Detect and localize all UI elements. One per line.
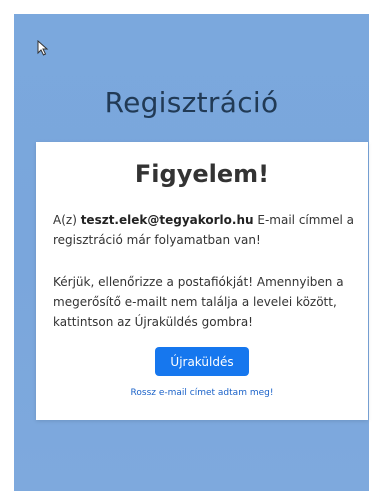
resend-button[interactable]: Újraküldés	[155, 347, 249, 376]
page-title: Regisztráció	[104, 86, 279, 119]
notice-card: Figyelem! A(z) teszt.elek@tegyakorlo.hu …	[36, 142, 368, 420]
mouse-pointer-icon	[37, 40, 49, 56]
notice-heading: Figyelem!	[134, 160, 270, 188]
notice-instructions: Kérjük, ellenőrizze a postafiókját! Amen…	[53, 275, 344, 329]
registered-email: teszt.elek@tegyakorlo.hu	[80, 213, 254, 227]
wrong-email-link[interactable]: Rossz e-mail címet adtam meg!	[36, 388, 368, 398]
notice-message-prefix: A(z)	[53, 213, 81, 227]
notice-message: A(z) teszt.elek@tegyakorlo.hu E-mail cím…	[53, 210, 358, 250]
